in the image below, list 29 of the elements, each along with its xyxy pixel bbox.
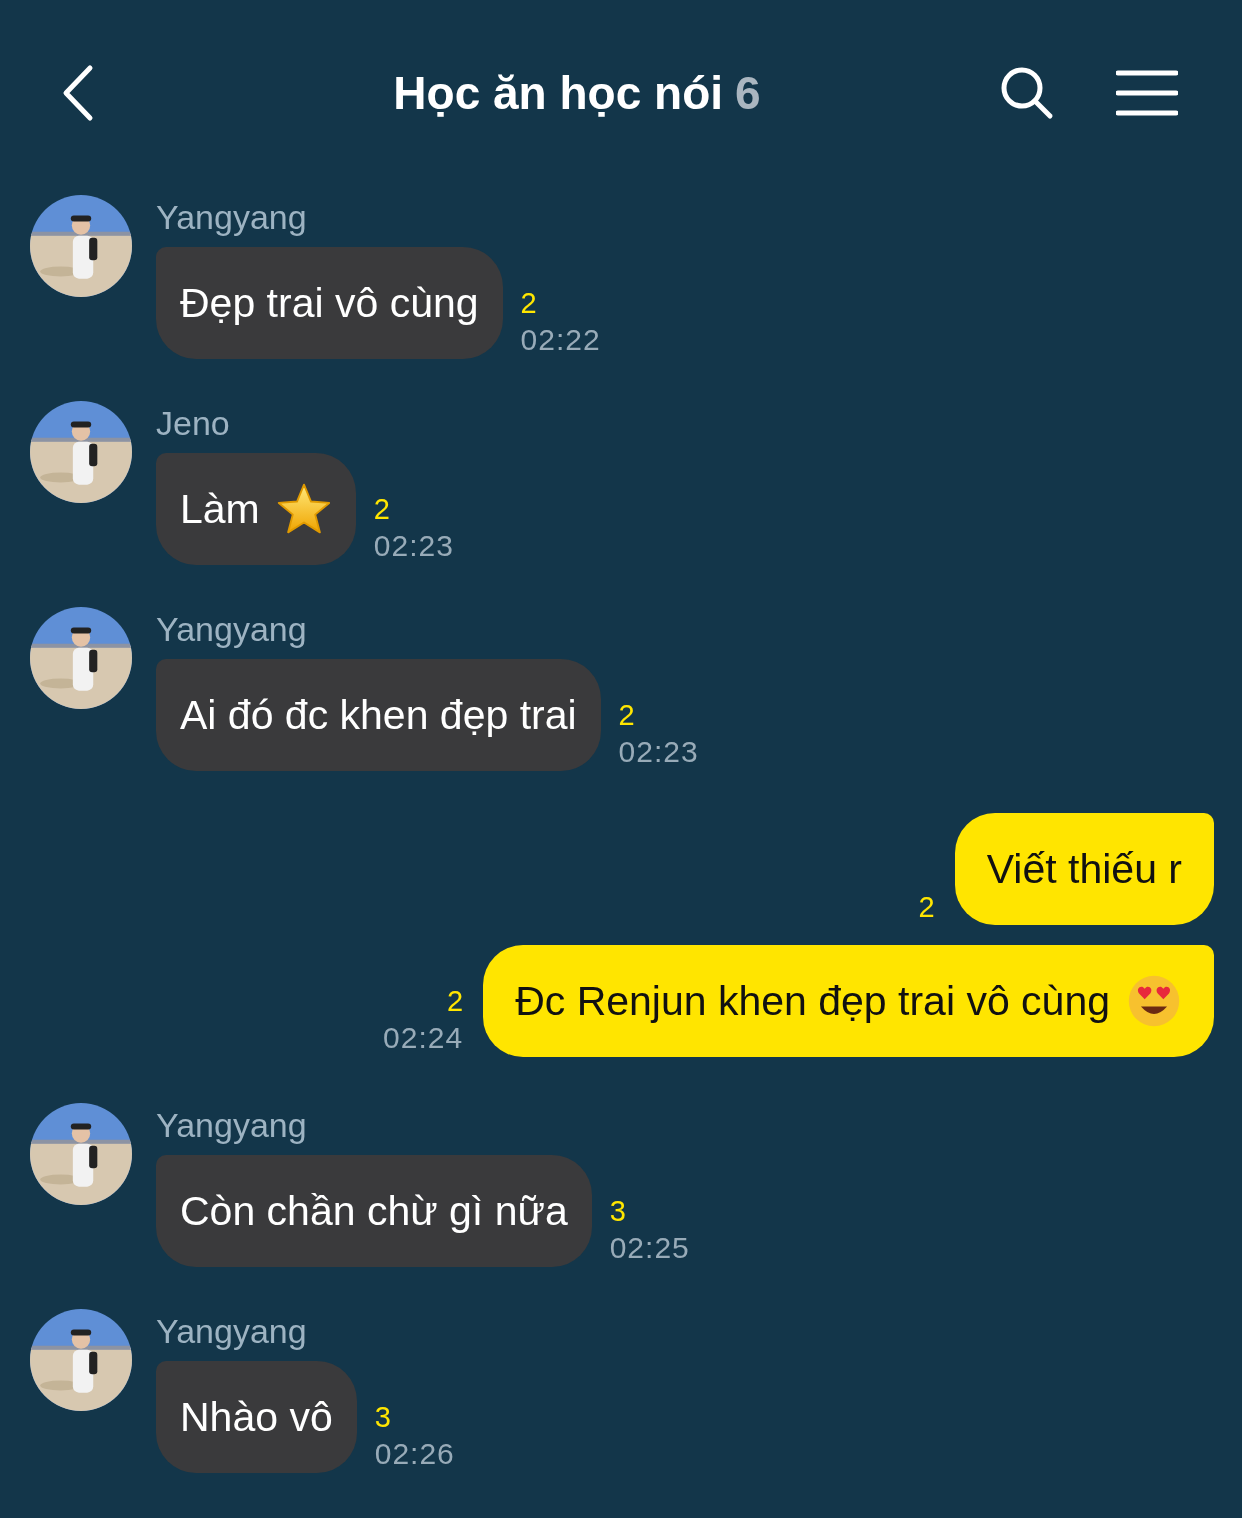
read-count: 2 [918, 890, 935, 925]
sender-name: Yangyang [156, 1311, 308, 1352]
message-time: 02:22 [520, 322, 601, 358]
message-bubble[interactable]: Nhào vô [156, 1361, 357, 1473]
read-count: 2 [520, 286, 538, 321]
message-time: 02:23 [618, 734, 699, 770]
message-bubble[interactable]: Viết thiếu r [954, 813, 1214, 925]
message-time: 02:25 [609, 1230, 690, 1266]
message-time: 02:24 [383, 1020, 464, 1056]
read-count: 2 [618, 698, 636, 733]
read-count: 2 [447, 984, 464, 1019]
message-bubble[interactable]: Đc Renjun khen đẹp trai vô cùng [483, 945, 1214, 1057]
message-time: 02:26 [374, 1436, 455, 1472]
search-icon[interactable] [1000, 65, 1054, 120]
member-count: 6 [735, 65, 761, 120]
message-bubble[interactable]: Làm [156, 453, 356, 565]
read-count: 3 [374, 1400, 392, 1435]
sender-name: Yangyang [156, 609, 308, 650]
sender-name: Yangyang [156, 1105, 308, 1146]
sender-name: Jeno [156, 403, 231, 444]
message-bubble[interactable]: Còn chần chừ gì nữa [156, 1155, 592, 1267]
message-bubble[interactable]: Ai đó đc khen đẹp trai [156, 659, 601, 771]
read-count: 2 [373, 492, 391, 527]
message-bubble[interactable]: Đẹp trai vô cùng [156, 247, 503, 359]
sender-name: Yangyang [156, 197, 308, 238]
read-count: 3 [609, 1194, 627, 1229]
menu-icon[interactable] [1116, 68, 1178, 117]
message-time: 02:23 [373, 528, 454, 564]
chat-title: Học ăn học nói [393, 65, 724, 120]
